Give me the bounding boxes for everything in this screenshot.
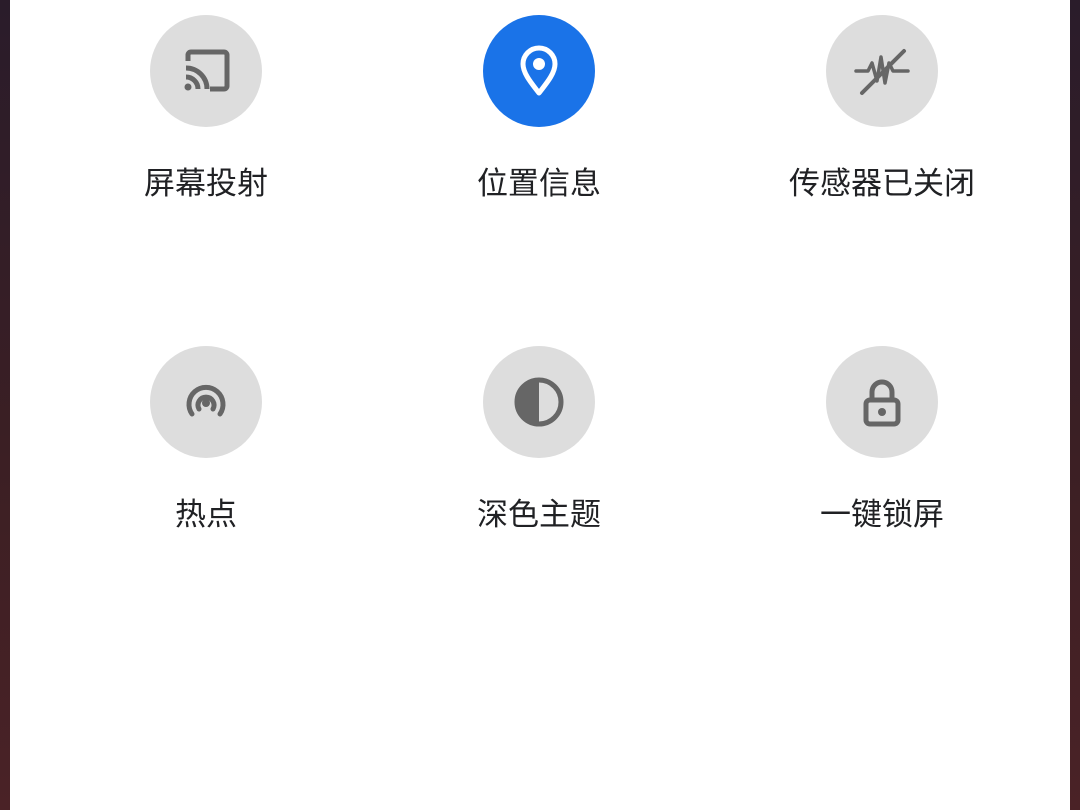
location-pin-icon bbox=[520, 45, 558, 96]
hotspot-icon bbox=[186, 384, 226, 417]
tile-screen-cast[interactable]: 屏幕投射 bbox=[56, 0, 356, 230]
tile-label: 深色主题 bbox=[477, 497, 601, 533]
dark-theme-toggle[interactable] bbox=[483, 346, 595, 458]
tile-sensors-off[interactable]: 传感器已关闭 bbox=[732, 0, 1032, 230]
tile-label: 一键锁屏 bbox=[820, 497, 944, 533]
cast-icon bbox=[184, 49, 230, 92]
dark-theme-icon bbox=[514, 377, 564, 427]
tile-label: 位置信息 bbox=[477, 166, 601, 202]
tile-location[interactable]: 位置信息 bbox=[389, 0, 689, 230]
sensors-off-icon bbox=[854, 49, 910, 95]
lock-screen-toggle[interactable] bbox=[826, 346, 938, 458]
screen-cast-toggle[interactable] bbox=[150, 15, 262, 127]
tile-label: 热点 bbox=[175, 497, 237, 533]
tile-lock-screen[interactable]: 一键锁屏 bbox=[732, 331, 1032, 561]
tile-dark-theme[interactable]: 深色主题 bbox=[389, 331, 689, 561]
tile-hotspot[interactable]: 热点 bbox=[56, 331, 356, 561]
sensors-off-toggle[interactable] bbox=[826, 15, 938, 127]
quick-settings-panel: 屏幕投射 位置信息 传感器已关闭 热点 深色主题 一键锁屏 bbox=[10, 0, 1070, 810]
location-toggle[interactable] bbox=[483, 15, 595, 127]
lock-icon bbox=[863, 379, 901, 427]
hotspot-toggle[interactable] bbox=[150, 346, 262, 458]
tile-label: 屏幕投射 bbox=[144, 166, 268, 202]
tile-label: 传感器已关闭 bbox=[789, 166, 975, 202]
